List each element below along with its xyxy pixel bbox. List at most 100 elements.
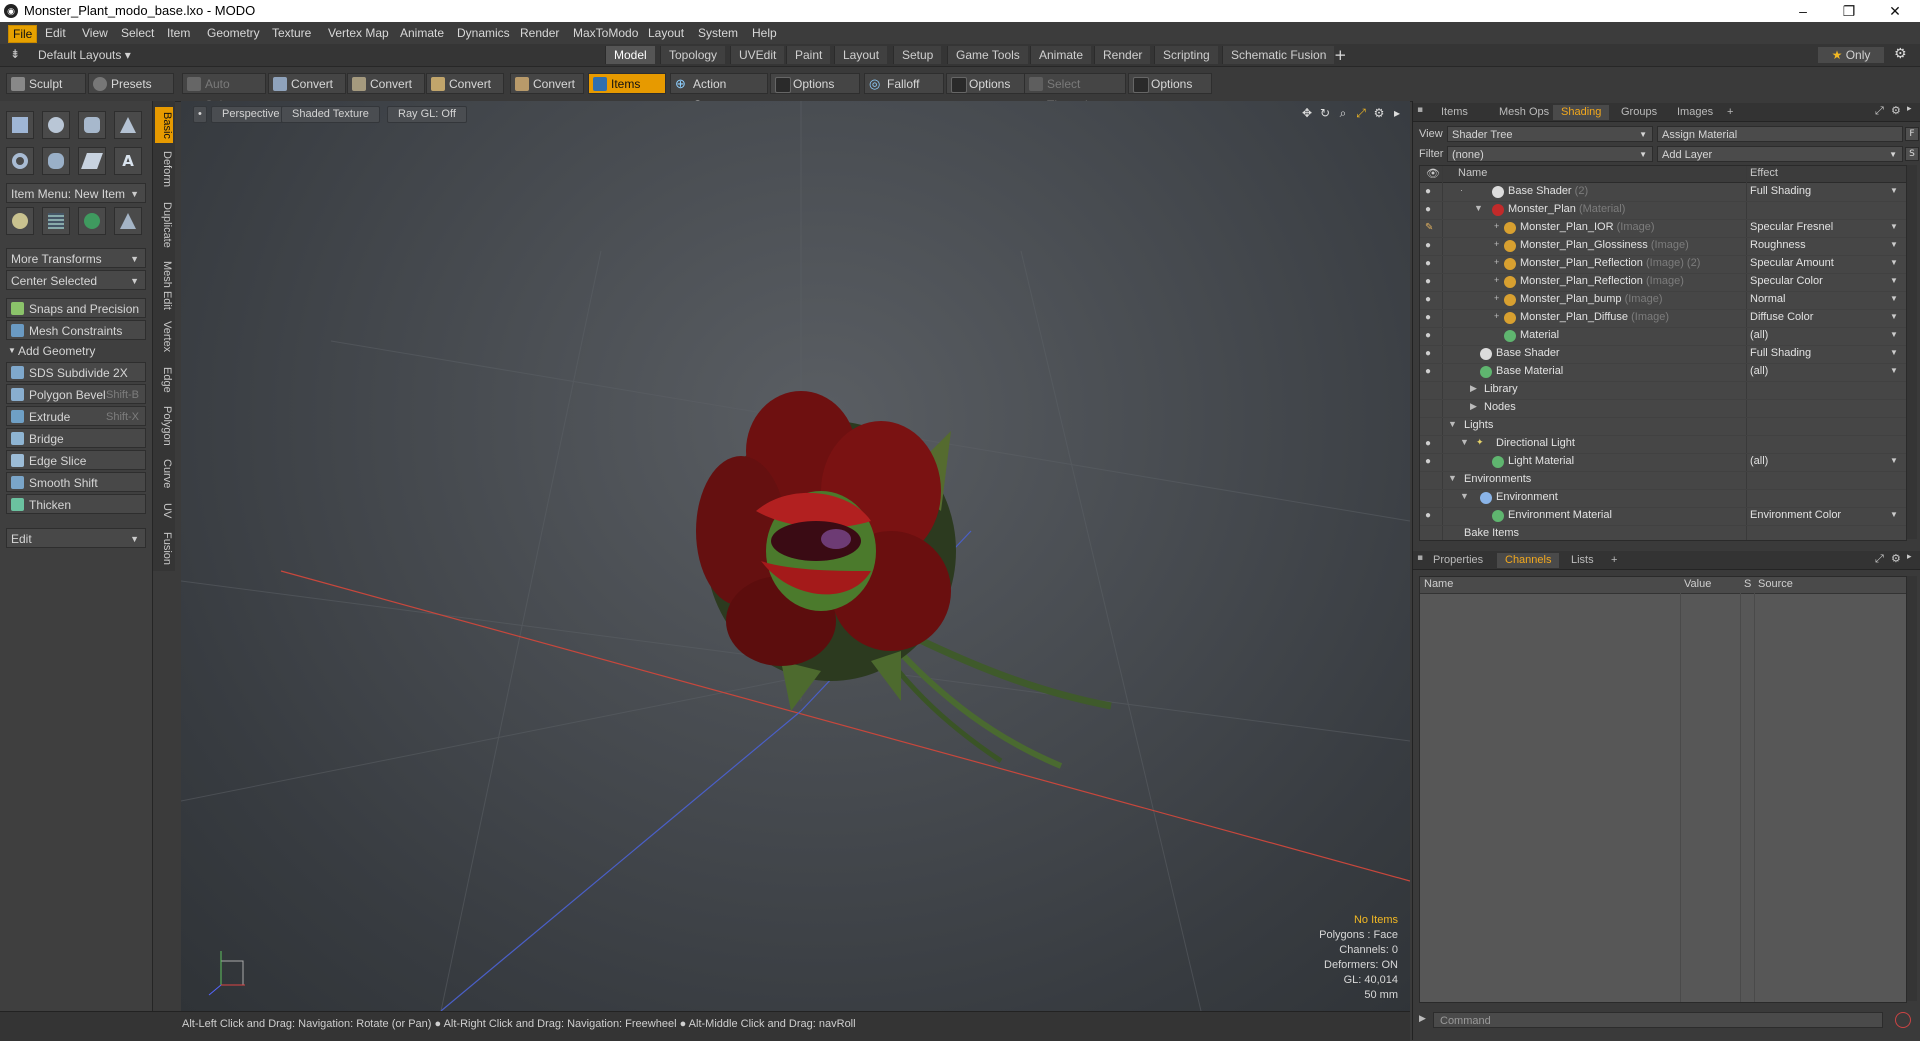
locator-button[interactable]	[6, 207, 34, 235]
visibility-eye-icon[interactable]: ●	[1425, 258, 1431, 269]
dropdown-arrow-icon[interactable]: ▼	[1890, 366, 1898, 375]
s-button[interactable]: S	[1905, 147, 1919, 161]
menu-vertex-map[interactable]: Vertex Map	[328, 26, 389, 40]
tab-game-tools[interactable]: Game Tools	[947, 46, 1028, 64]
3d-viewport[interactable]: • Perspective Shaded Texture Ray GL: Off…	[181, 101, 1410, 1011]
add-layer-dropdown[interactable]: Add Layer ▼	[1657, 146, 1903, 162]
expand-arrow-icon[interactable]: ▼	[1474, 203, 1483, 213]
col-value[interactable]: Value	[1684, 578, 1711, 590]
mesh-constraints-button[interactable]: Mesh Constraints	[6, 320, 146, 340]
more-transforms-dropdown[interactable]: More Transforms ▼	[6, 248, 146, 268]
grid-button[interactable]	[42, 207, 70, 235]
vtab-vertex[interactable]: Vertex	[155, 317, 173, 357]
tree-row-reflection-image[interactable]: ● + Monster_Plan_Reflection (Image) Specula…	[1420, 273, 1906, 292]
col-name[interactable]: Name	[1424, 578, 1453, 590]
assign-material-button[interactable]: Assign Material	[1657, 126, 1903, 142]
tab-groups[interactable]: Groups	[1613, 105, 1665, 120]
panel-arrow-icon[interactable]: ▸	[1907, 552, 1912, 562]
thicken-button[interactable]: Thicken	[6, 494, 146, 514]
panel-menu-icon[interactable]: ▪	[1417, 553, 1423, 563]
visibility-eye-icon[interactable]: ●	[1425, 438, 1431, 449]
tree-row-material[interactable]: ● Material (all) ▼	[1420, 327, 1906, 346]
cube-primitive-button[interactable]	[6, 111, 34, 139]
tree-row-lights[interactable]: ▼ Lights	[1420, 417, 1906, 436]
dropdown-arrow-icon[interactable]: ▼	[1890, 222, 1898, 231]
command-history-icon[interactable]	[1895, 1012, 1911, 1028]
visibility-eye-icon[interactable]: ●	[1425, 366, 1431, 377]
layouts-icon[interactable]: ⇟	[10, 47, 20, 61]
smooth-shift-button[interactable]: Smooth Shift	[6, 472, 146, 492]
dropdown-arrow-icon[interactable]: ▼	[1890, 330, 1898, 339]
tube-primitive-button[interactable]	[42, 147, 70, 175]
expand-arrow-icon[interactable]: ▼	[1460, 437, 1469, 447]
tab-schematic-fusion[interactable]: Schematic Fusion	[1222, 46, 1335, 64]
menu-item[interactable]: Item	[167, 26, 190, 40]
vtab-basic[interactable]: Basic	[155, 107, 173, 143]
globe-button[interactable]	[78, 207, 106, 235]
tab-topology[interactable]: Topology	[660, 46, 726, 64]
only-toggle[interactable]: ★ Only	[1818, 47, 1884, 63]
center-selected-dropdown[interactable]: Center Selected ▼	[6, 270, 146, 290]
minimize-button[interactable]: –	[1780, 0, 1826, 22]
presets-button[interactable]: Presets F6	[88, 73, 174, 112]
tab-channels[interactable]: Channels	[1497, 553, 1560, 568]
gear-icon[interactable]: ⚙	[1894, 46, 1907, 62]
menu-animate[interactable]: Animate	[400, 26, 444, 40]
pen-tool-button[interactable]	[78, 147, 106, 175]
viewport-expand-icon[interactable]: ▸	[1390, 106, 1404, 120]
torus-primitive-button[interactable]	[6, 147, 34, 175]
tree-row-nodes[interactable]: ▶ Nodes	[1420, 399, 1906, 418]
menu-view[interactable]: View	[82, 26, 108, 40]
vtab-polygon[interactable]: Polygon	[155, 403, 173, 449]
vtab-duplicate[interactable]: Duplicate	[155, 197, 173, 253]
convert-edges-button[interactable]: Convert	[347, 73, 425, 94]
item-menu-dropdown[interactable]: Item Menu: New Item ▼	[6, 183, 146, 203]
zoom-icon[interactable]: ⌕	[1336, 106, 1350, 120]
dropdown-arrow-icon[interactable]: ▼	[1890, 294, 1898, 303]
tree-row-base-shader-2[interactable]: ● · Base Shader (2) Full Shading ▼	[1420, 183, 1906, 202]
vtab-mesh-edit[interactable]: Mesh Edit	[155, 257, 173, 313]
tab-mesh-ops[interactable]: Mesh Ops	[1491, 105, 1557, 120]
menu-help[interactable]: Help	[752, 26, 777, 40]
action-center-options-button[interactable]: Options	[770, 73, 860, 94]
sculpt-button[interactable]: Sculpt	[6, 73, 86, 94]
view-dropdown[interactable]: Shader Tree ▼	[1447, 126, 1653, 142]
expand-plus-icon[interactable]: +	[1494, 293, 1499, 303]
snaps-precision-button[interactable]: Snaps and Precision	[6, 298, 146, 318]
tree-row-monster-plan-material[interactable]: ● ▼ Monster_Plan (Material)	[1420, 201, 1906, 220]
shading-mode-dropdown[interactable]: Shaded Texture	[281, 106, 380, 123]
tab-images[interactable]: Images	[1669, 105, 1721, 120]
expand-arrow-icon[interactable]: ▼	[1448, 419, 1457, 429]
tab-scripting[interactable]: Scripting	[1154, 46, 1218, 64]
tree-row-ior-image[interactable]: ✎ + Monster_Plan_IOR (Image) Specular Fresn…	[1420, 219, 1906, 238]
add-layout-tab-button[interactable]: +	[1334, 46, 1347, 64]
tab-layout[interactable]: Layout	[834, 46, 888, 64]
panel-maximize-icon[interactable]: ⤢	[1875, 552, 1884, 566]
tree-row-bake-items[interactable]: Bake Items	[1420, 525, 1906, 540]
dropdown-arrow-icon[interactable]: ▼	[1890, 312, 1898, 321]
edit-dropdown[interactable]: Edit ▼	[6, 528, 146, 548]
fit-icon[interactable]: ⤢	[1354, 106, 1368, 120]
pan-icon[interactable]: ✥	[1300, 106, 1314, 120]
col-effect[interactable]: Effect	[1750, 167, 1778, 179]
channels-list[interactable]: Name Value S Source	[1419, 576, 1907, 1003]
menu-select[interactable]: Select	[121, 26, 154, 40]
viewport-menu-dot[interactable]: •	[193, 106, 207, 123]
expand-plus-icon[interactable]: +	[1494, 275, 1499, 285]
dropdown-arrow-icon[interactable]: ▼	[1890, 456, 1898, 465]
tree-row-glossiness-image[interactable]: ● + Monster_Plan_Glossiness (Image) Roughne…	[1420, 237, 1906, 256]
dropdown-arrow-icon[interactable]: ▼	[1890, 510, 1898, 519]
close-button[interactable]: ✕	[1872, 0, 1918, 22]
items-mode-button[interactable]: Items	[588, 73, 666, 94]
dropdown-arrow-icon[interactable]: ▼	[1890, 276, 1898, 285]
menu-system[interactable]: System	[698, 26, 738, 40]
add-panel-tab-button[interactable]: +	[1603, 553, 1625, 568]
col-s[interactable]: S	[1744, 578, 1751, 590]
tree-row-environment-material[interactable]: ● Environment Material Environment Color ▼	[1420, 507, 1906, 526]
visibility-eye-icon[interactable]: ●	[1425, 510, 1431, 521]
tab-paint[interactable]: Paint	[786, 46, 831, 64]
menu-render[interactable]: Render	[520, 26, 559, 40]
tree-row-bump-image[interactable]: ● + Monster_Plan_bump (Image) Normal ▼	[1420, 291, 1906, 310]
tab-model[interactable]: Model	[605, 46, 655, 64]
dropdown-arrow-icon[interactable]: ▼	[1890, 348, 1898, 357]
